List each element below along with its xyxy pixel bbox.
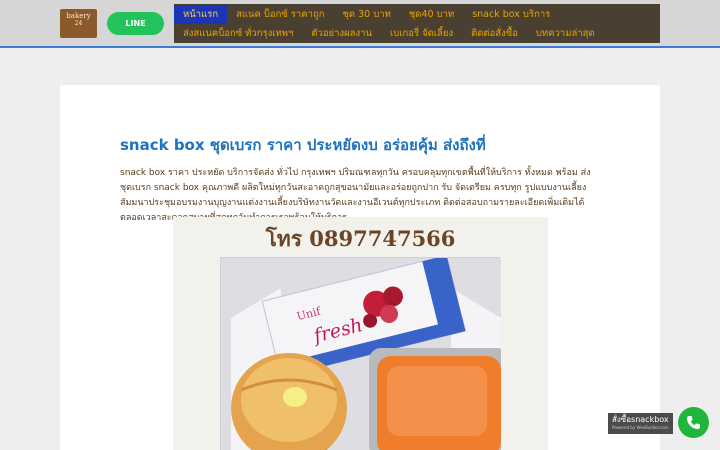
site-logo[interactable]: bakery 24 bbox=[60, 9, 97, 38]
photo-phone-number: โทร 0897747566 bbox=[265, 226, 456, 251]
nav-item-cheap-snack-box[interactable]: สแนค บ็อกซ์ ราคาถูก bbox=[227, 5, 333, 24]
snack-box-image: Unif fresh bbox=[220, 254, 509, 450]
nav-item-portfolio[interactable]: ตัวอย่างผลงาน bbox=[302, 24, 381, 43]
badge-label: สั่งซื้อsnackbox bbox=[612, 415, 669, 424]
nav-item-set-30[interactable]: ชุด 30 บาท bbox=[333, 5, 399, 24]
content-card: snack box ชุดเบรก ราคา ประหยัดงบ อร่อยคุ… bbox=[60, 85, 660, 450]
nav-row-1: หน้าแรก สแนค บ็อกซ์ ราคาถูก ชุด 30 บาท ช… bbox=[174, 5, 559, 24]
post-title: snack box ชุดเบรก ราคา ประหยัดงบ อร่อยคุ… bbox=[120, 136, 486, 154]
nav-item-delivery[interactable]: ส่งสแนคบ็อกซ์ ทั่วกรุงเทพฯ bbox=[174, 24, 302, 43]
phone-icon bbox=[687, 416, 700, 429]
logo-subtext: 24 bbox=[74, 20, 83, 27]
product-photo: โทร 0897747566 Unif fresh bbox=[173, 217, 548, 450]
call-button[interactable] bbox=[678, 407, 709, 438]
nav-item-set-40[interactable]: ชุด40 บาท bbox=[400, 5, 463, 24]
snack-box-illustration: Unif fresh bbox=[221, 254, 509, 450]
logo-text: bakery bbox=[66, 12, 91, 20]
main-nav: หน้าแรก สแนค บ็อกซ์ ราคาถูก ชุด 30 บาท ช… bbox=[174, 4, 660, 43]
nav-item-bakery-catering[interactable]: เบเกอรี่ จัดเลี้ยง bbox=[381, 24, 462, 43]
nav-item-contact[interactable]: ติดต่อสั่งซื้อ bbox=[462, 24, 527, 43]
nav-row-2: ส่งสแนคบ็อกซ์ ทั่วกรุงเทพฯ ตัวอย่างผลงาน… bbox=[174, 24, 604, 43]
line-button[interactable]: LINE bbox=[107, 12, 164, 35]
nav-item-latest-articles[interactable]: บทความล่าสุด bbox=[527, 24, 604, 43]
order-badge[interactable]: สั่งซื้อsnackbox Powered by WeeBuilder.c… bbox=[608, 413, 673, 434]
nav-item-home[interactable]: หน้าแรก bbox=[174, 5, 228, 24]
nav-item-snack-box-service[interactable]: snack box บริการ bbox=[463, 5, 559, 24]
site-header: bakery 24 LINE หน้าแรก สแนค บ็อกซ์ ราคาถ… bbox=[0, 0, 720, 48]
badge-powered-by: Powered by WeeBuilder.com bbox=[612, 425, 669, 430]
